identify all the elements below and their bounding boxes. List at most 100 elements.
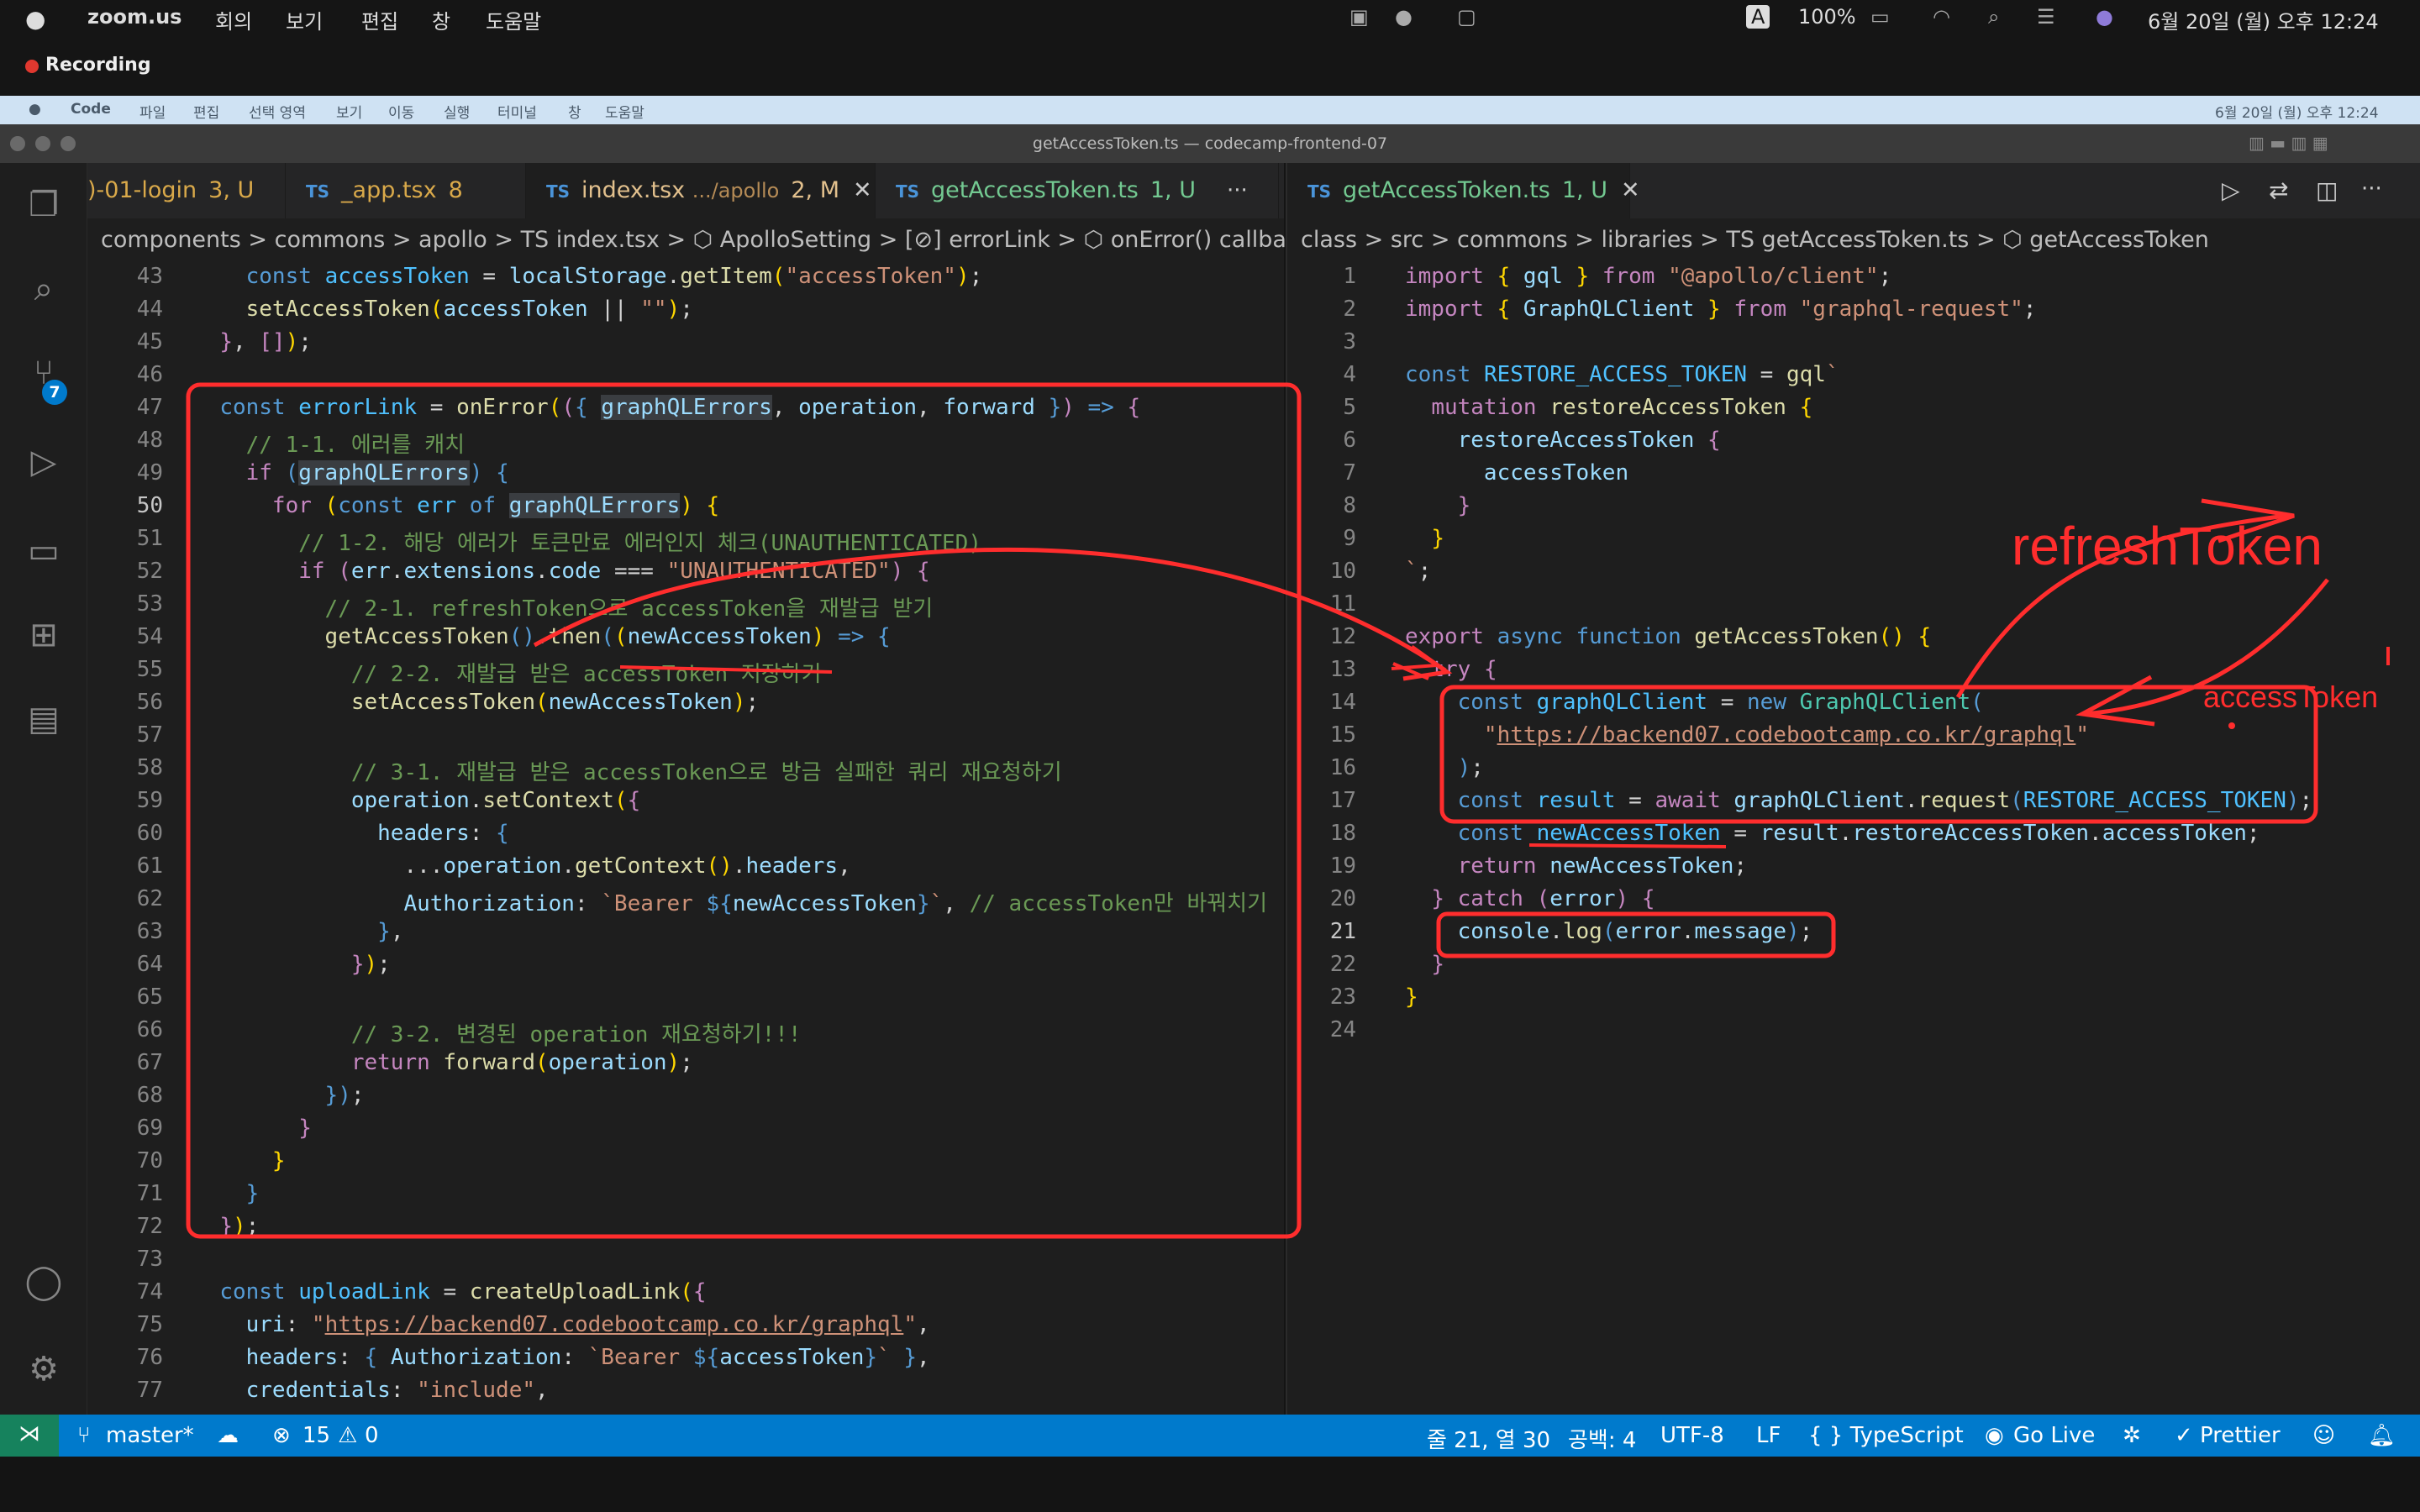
code-line: }, []); <box>219 329 312 354</box>
run-icon[interactable]: ▷ <box>2222 176 2240 204</box>
code-line: const result = await graphQLClient.reque… <box>1457 788 2313 813</box>
siri-icon[interactable]: ● <box>2096 5 2113 29</box>
tab-login[interactable]: )-01-login 3, U <box>87 163 286 218</box>
share-icon[interactable]: ▢ <box>1457 5 1476 29</box>
line-number: 52 <box>136 559 163 584</box>
input-source-icon[interactable]: A <box>1746 5 1770 29</box>
scm-badge: 7 <box>42 380 67 405</box>
left-editor-group: )-01-login 3, U TS _app.tsx 8 TS index.tsx .… <box>87 163 1312 1415</box>
zoom-menu-help[interactable]: 도움말 <box>486 5 541 34</box>
docker-icon[interactable]: ▤ <box>22 697 66 741</box>
zoom-menu-view[interactable]: 보기 <box>286 5 323 34</box>
breadcrumb[interactable]: class > src > commons > libraries > TS g… <box>1287 218 2420 262</box>
zoom-menu-edit[interactable]: 편집 <box>361 5 398 34</box>
code-line: `; <box>1405 559 1432 584</box>
split-editor-icon[interactable]: ◫ <box>2316 176 2338 204</box>
line-number: 63 <box>136 919 163 944</box>
code-line: accessToken <box>1483 460 1629 486</box>
indentation[interactable]: 공백: 4 <box>1568 1423 1636 1454</box>
code-line: const accessToken = localStorage.getItem… <box>245 264 983 289</box>
remote-indicator-icon[interactable]: ⋊ <box>0 1415 59 1457</box>
code-line: import { GraphQLClient } from "graphql-r… <box>1405 297 2037 322</box>
wifi-icon[interactable]: ◠ <box>1933 5 1950 29</box>
shared-mac-menubar: ● Code 파일 편집 선택 영역 보기 이동 실행 터미널 창 도움말 6월… <box>0 96 2420 124</box>
line-number: 15 <box>1329 722 1356 748</box>
close-tab-icon[interactable]: ✕ <box>853 177 872 203</box>
code-line: for (const err of graphQLErrors) { <box>271 493 720 518</box>
bug-icon[interactable]: ✲ <box>2123 1423 2141 1448</box>
tab-desc: .../apollo <box>692 179 780 202</box>
line-number: 70 <box>136 1148 163 1173</box>
code-line: const errorLink = onError(({ graphQLErro… <box>219 395 1141 420</box>
vscode-app-menu: Code <box>71 101 111 118</box>
git-branch-icon[interactable]: ⑂ <box>77 1423 91 1448</box>
line-number: 4 <box>1343 362 1356 387</box>
code-line: uri: "https://backend07.codebootcamp.co.… <box>245 1312 930 1337</box>
end-of-line[interactable]: LF <box>1756 1423 1781 1448</box>
feedback-icon[interactable]: ☺ <box>2312 1423 2335 1448</box>
explorer-icon[interactable]: ❐ <box>22 183 66 227</box>
code-line: } <box>1457 493 1471 518</box>
line-number: 56 <box>136 690 163 715</box>
cursor-position[interactable]: 줄 21, 열 30 <box>1427 1423 1550 1454</box>
line-number: 13 <box>1329 657 1356 682</box>
code-line: import { gql } from "@apollo/client"; <box>1405 264 1892 289</box>
settings-gear-icon[interactable]: ⚙ <box>22 1347 66 1391</box>
line-number: 60 <box>136 821 163 846</box>
remote-explorer-icon[interactable]: ▭ <box>22 529 66 573</box>
sync-icon[interactable]: ☁ <box>217 1423 239 1448</box>
battery-icon[interactable]: ▭ <box>1870 5 1890 29</box>
search-icon[interactable]: ⌕ <box>1988 5 1999 29</box>
apple-icon[interactable]: ● <box>25 5 45 33</box>
line-number: 17 <box>1329 788 1356 813</box>
line-number: 64 <box>136 952 163 977</box>
breadcrumb[interactable]: components > commons > apollo > TS index… <box>87 218 1312 262</box>
git-branch[interactable]: master* <box>106 1423 194 1448</box>
zoom-menu-meeting[interactable]: 회의 <box>215 5 252 34</box>
window-titlebar: getAccessToken.ts — codecamp-frontend-07… <box>0 124 2420 163</box>
run-debug-icon[interactable]: ▷ <box>22 440 66 484</box>
line-number: 48 <box>136 428 163 453</box>
broadcast-icon[interactable]: ◉ <box>1985 1423 2004 1448</box>
compare-changes-icon[interactable]: ⇄ <box>2269 176 2288 204</box>
error-icon[interactable]: ⊗ <box>272 1423 291 1448</box>
menubar-datetime: 6월 20일 (월) 오후 12:24 <box>2148 10 2379 34</box>
tab-index[interactable]: TS index.tsx .../apollo 2, M ✕ <box>526 163 876 218</box>
warning-icon[interactable]: ⚠ <box>338 1423 357 1448</box>
tab-getaccesstoken-right[interactable]: TS getAccessToken.ts 1, U ✕ <box>1287 163 1640 218</box>
notifications-bell-icon[interactable]: 🔔︎ <box>2368 1423 2396 1448</box>
code-line: restoreAccessToken { <box>1457 428 1721 453</box>
ts-file-icon: TS <box>1307 181 1332 202</box>
warning-count[interactable]: 0 <box>365 1423 379 1448</box>
account-icon[interactable]: ◯ <box>22 1260 66 1304</box>
line-number: 1 <box>1343 264 1356 289</box>
line-number: 66 <box>136 1017 163 1042</box>
zoom-menu-window[interactable]: 창 <box>432 5 450 34</box>
line-number: 58 <box>136 755 163 780</box>
line-number: 69 <box>136 1116 163 1141</box>
encoding[interactable]: UTF-8 <box>1660 1423 1724 1448</box>
go-live-button[interactable]: Go Live <box>2013 1423 2095 1448</box>
zoom-app-menu[interactable]: zoom.us <box>87 5 182 29</box>
extensions-icon[interactable]: ⊞ <box>22 613 66 657</box>
code-line: try { <box>1431 657 1497 682</box>
close-tab-icon[interactable]: ✕ <box>1621 177 1640 203</box>
more-actions-icon[interactable]: ··· <box>2361 176 2382 202</box>
menu-selection: 선택 영역 <box>249 105 306 122</box>
mic-icon[interactable]: ● <box>1395 5 1413 29</box>
line-number: 8 <box>1343 493 1356 518</box>
tab-getaccesstoken[interactable]: TS getAccessToken.ts 1, U <box>876 163 1279 218</box>
tab-label: getAccessToken.ts <box>1343 177 1550 203</box>
tab-app[interactable]: TS _app.tsx 8 <box>286 163 526 218</box>
language-mode[interactable]: { } TypeScript <box>1808 1423 1964 1448</box>
prettier-status[interactable]: ✓ Prettier <box>2175 1423 2281 1448</box>
code-line: if (graphQLErrors) { <box>245 460 509 486</box>
search-icon[interactable]: ⌕ <box>22 267 66 311</box>
control-center-icon[interactable]: ☰ <box>2037 5 2055 29</box>
right-editor-group: TS getAccessToken.ts 1, U ✕ ▷ ⇄ ◫ ··· class… <box>1286 163 2420 1415</box>
layout-toggle-icons[interactable]: ▥ ▬ ▥ ▦ <box>2249 133 2328 153</box>
camera-icon[interactable]: ▣ <box>1349 5 1369 29</box>
more-actions-icon[interactable]: ··· <box>1227 178 1248 203</box>
code-line: headers: { <box>377 821 509 846</box>
error-count[interactable]: 15 <box>302 1423 330 1448</box>
